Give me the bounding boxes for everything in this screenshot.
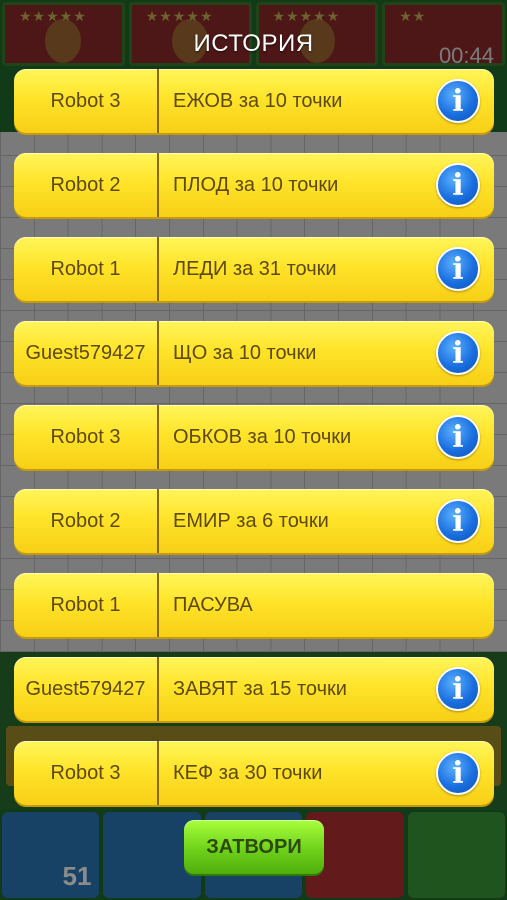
close-button[interactable]: ЗАТВОРИ bbox=[184, 820, 324, 874]
info-icon[interactable]: i bbox=[436, 415, 480, 459]
info-icon[interactable]: i bbox=[436, 667, 480, 711]
info-icon[interactable]: i bbox=[436, 79, 480, 123]
history-player: Robot 2 bbox=[14, 489, 159, 553]
history-row: Robot 1 ПАСУВА bbox=[14, 573, 494, 637]
history-player: Robot 3 bbox=[14, 69, 159, 133]
history-player: Robot 2 bbox=[14, 153, 159, 217]
history-move: ПАСУВА bbox=[173, 593, 253, 616]
history-row: Robot 3 КЕФ за 30 точки i bbox=[14, 741, 494, 805]
history-row: Guest579427 ЩО за 10 точки i bbox=[14, 321, 494, 385]
info-icon[interactable]: i bbox=[436, 751, 480, 795]
info-icon[interactable]: i bbox=[436, 331, 480, 375]
history-player: Guest579427 bbox=[14, 321, 159, 385]
history-player: Guest579427 bbox=[14, 657, 159, 721]
info-icon[interactable]: i bbox=[436, 163, 480, 207]
history-row: Robot 1 ЛЕДИ за 31 точки i bbox=[14, 237, 494, 301]
history-row: Robot 2 ЕМИР за 6 точки i bbox=[14, 489, 494, 553]
modal-title: ИСТОРИЯ bbox=[193, 30, 314, 57]
history-row: Robot 3 ЕЖОВ за 10 точки i bbox=[14, 69, 494, 133]
history-row: Robot 2 ПЛОД за 10 точки i bbox=[14, 153, 494, 217]
history-player: Robot 1 bbox=[14, 237, 159, 301]
history-row: Robot 3 ОБКОВ за 10 точки i bbox=[14, 405, 494, 469]
history-player: Robot 3 bbox=[14, 741, 159, 805]
info-icon[interactable]: i bbox=[436, 247, 480, 291]
info-icon[interactable]: i bbox=[436, 499, 480, 543]
history-row: Guest579427 ЗАВЯТ за 15 точки i bbox=[14, 657, 494, 721]
history-player: Robot 3 bbox=[14, 405, 159, 469]
history-player: Robot 1 bbox=[14, 573, 159, 637]
